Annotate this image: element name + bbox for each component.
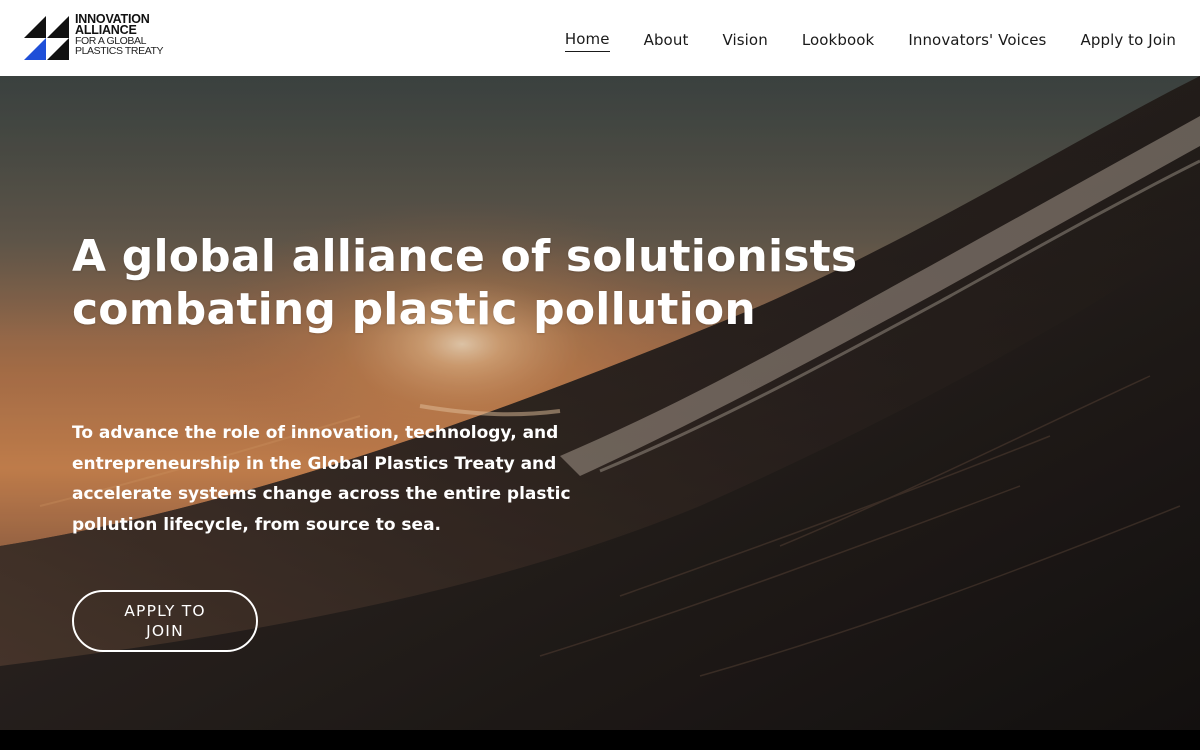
page-bottom-strip (0, 730, 1200, 750)
site-logo[interactable]: INNOVATION ALLIANCE FOR A GLOBAL PLASTIC… (24, 13, 164, 62)
logo-wordmark: INNOVATION ALLIANCE FOR A GLOBAL PLASTIC… (75, 13, 164, 57)
hero-section: A global alliance of solutionists combat… (0, 76, 1200, 730)
hero-title: A global alliance of solutionists combat… (72, 231, 858, 335)
nav-apply-to-join[interactable]: Apply to Join (1080, 25, 1176, 52)
nav-vision[interactable]: Vision (722, 25, 767, 52)
apply-to-join-button[interactable]: APPLY TO JOIN (72, 590, 258, 652)
nav-lookbook[interactable]: Lookbook (802, 25, 875, 52)
logo-line-4: PLASTICS TREATY (75, 45, 164, 57)
triangles-logo-icon (24, 16, 69, 60)
main-nav: Home About Vision Lookbook Innovators' V… (531, 0, 1176, 76)
site-header: INNOVATION ALLIANCE FOR A GLOBAL PLASTIC… (0, 0, 1200, 76)
nav-innovators-voices[interactable]: Innovators' Voices (908, 25, 1046, 52)
nav-about[interactable]: About (644, 25, 689, 52)
hero-subtitle: To advance the role of innovation, techn… (72, 423, 571, 535)
nav-home[interactable]: Home (564, 24, 610, 52)
